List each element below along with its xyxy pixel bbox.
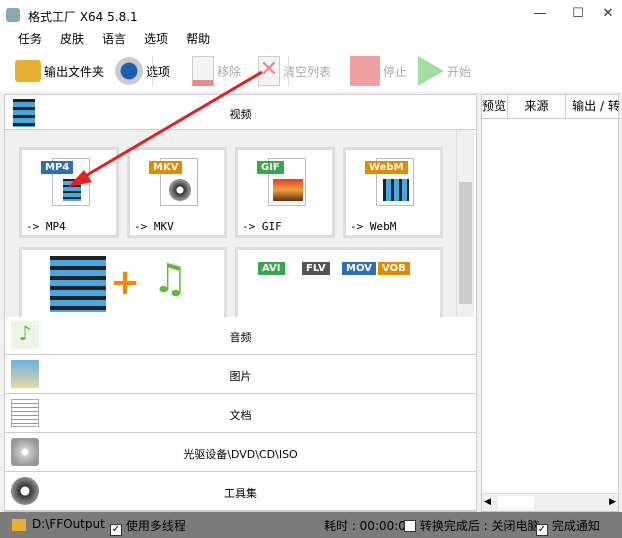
image-icon bbox=[273, 179, 303, 201]
category-tools[interactable]: 工具集 bbox=[5, 473, 476, 511]
stop-button[interactable]: 停止 bbox=[350, 56, 407, 86]
stop-icon bbox=[350, 56, 380, 86]
status-bar: D:\FFOutput ✓ 使用多线程 耗时 : 00:00:00 转换完成后 … bbox=[0, 512, 622, 538]
remove-button[interactable]: 移除 bbox=[192, 56, 241, 86]
notify-checkbox[interactable]: ✓ 完成通知 bbox=[536, 517, 600, 536]
tile-video-joiner[interactable]: + ♫ bbox=[19, 247, 227, 317]
toolbar: 输出文件夹 选项 移除 ✕ 清空列表 停止 开始 bbox=[0, 50, 622, 92]
column-source[interactable]: 来源 bbox=[508, 95, 566, 119]
scroll-thumb[interactable] bbox=[459, 182, 472, 304]
category-video[interactable]: 视频 bbox=[5, 95, 476, 130]
start-button[interactable]: 开始 bbox=[418, 56, 471, 86]
window-title: 格式工厂 X64 5.8.1 bbox=[28, 10, 138, 24]
horizontal-scrollbar[interactable]: ◀ ▶ bbox=[482, 493, 618, 511]
category-document[interactable]: 文档 bbox=[5, 395, 476, 433]
menu-help[interactable]: 帮助 bbox=[186, 30, 210, 48]
clear-icon: ✕ bbox=[258, 56, 280, 86]
app-icon bbox=[6, 8, 20, 22]
options-button[interactable]: 选项 bbox=[115, 56, 170, 86]
folder-icon bbox=[15, 60, 41, 82]
category-audio[interactable]: ♪ 音频 bbox=[5, 317, 476, 355]
tile-multi-format[interactable]: AVI FLV MOV VOB bbox=[235, 247, 443, 317]
minimize-button[interactable]: — bbox=[530, 6, 550, 24]
category-disc[interactable]: 光驱设备\DVD\CD\ISO bbox=[5, 434, 476, 472]
grid-scrollbar[interactable] bbox=[456, 130, 474, 317]
maximize-button[interactable]: ☐ bbox=[568, 6, 588, 24]
tile-gif[interactable]: GIF -> GIF bbox=[235, 147, 335, 238]
clear-list-button[interactable]: ✕ 清空列表 bbox=[258, 56, 331, 86]
play-icon bbox=[418, 56, 444, 86]
tile-mp4[interactable]: MP4 -> MP4 bbox=[19, 147, 119, 238]
music-icon: ♫ bbox=[152, 256, 188, 302]
film-icon bbox=[50, 256, 106, 312]
output-path[interactable]: D:\FFOutput bbox=[32, 517, 105, 531]
folder-icon bbox=[12, 519, 26, 531]
reel-icon bbox=[169, 179, 191, 201]
category-panel: 视频 MP4 -> MP4 MKV -> MKV GIF -> GIF WebM -> … bbox=[4, 94, 477, 512]
scroll-thumb[interactable] bbox=[498, 496, 534, 509]
video-format-grid: MP4 -> MP4 MKV -> MKV GIF -> GIF WebM -> Web… bbox=[5, 130, 456, 317]
category-image[interactable]: 图片 bbox=[5, 356, 476, 394]
column-preview[interactable]: 预览 bbox=[482, 95, 508, 119]
close-button[interactable]: ✕ bbox=[598, 6, 618, 24]
after-done-checkbox[interactable]: 转换完成后 : 关闭电脑 bbox=[404, 517, 540, 534]
menu-options[interactable]: 选项 bbox=[144, 30, 168, 48]
title-bar: 格式工厂 X64 5.8.1 — ☐ ✕ bbox=[0, 0, 622, 30]
tile-webm[interactable]: WebM -> WebM bbox=[343, 147, 443, 238]
menu-skin[interactable]: 皮肤 bbox=[60, 30, 84, 48]
column-output[interactable]: 输出 / 转 bbox=[566, 95, 622, 119]
tile-mkv[interactable]: MKV -> MKV bbox=[127, 147, 227, 238]
film-icon bbox=[383, 179, 409, 201]
elapsed-time: 耗时 : 00:00:00 bbox=[324, 519, 414, 533]
menu-bar: 任务 皮肤 语言 选项 帮助 bbox=[0, 30, 622, 50]
remove-icon bbox=[192, 56, 214, 86]
film-icon bbox=[63, 179, 81, 201]
multithread-checkbox[interactable]: ✓ 使用多线程 bbox=[110, 517, 186, 536]
task-list-panel: 预览 来源 输出 / 转 ◀ ▶ bbox=[481, 94, 622, 512]
gear-icon bbox=[115, 57, 143, 85]
menu-task[interactable]: 任务 bbox=[18, 30, 42, 48]
plus-icon: + bbox=[110, 262, 141, 303]
menu-language[interactable]: 语言 bbox=[102, 30, 126, 48]
output-folder-button[interactable]: 输出文件夹 bbox=[15, 56, 104, 86]
